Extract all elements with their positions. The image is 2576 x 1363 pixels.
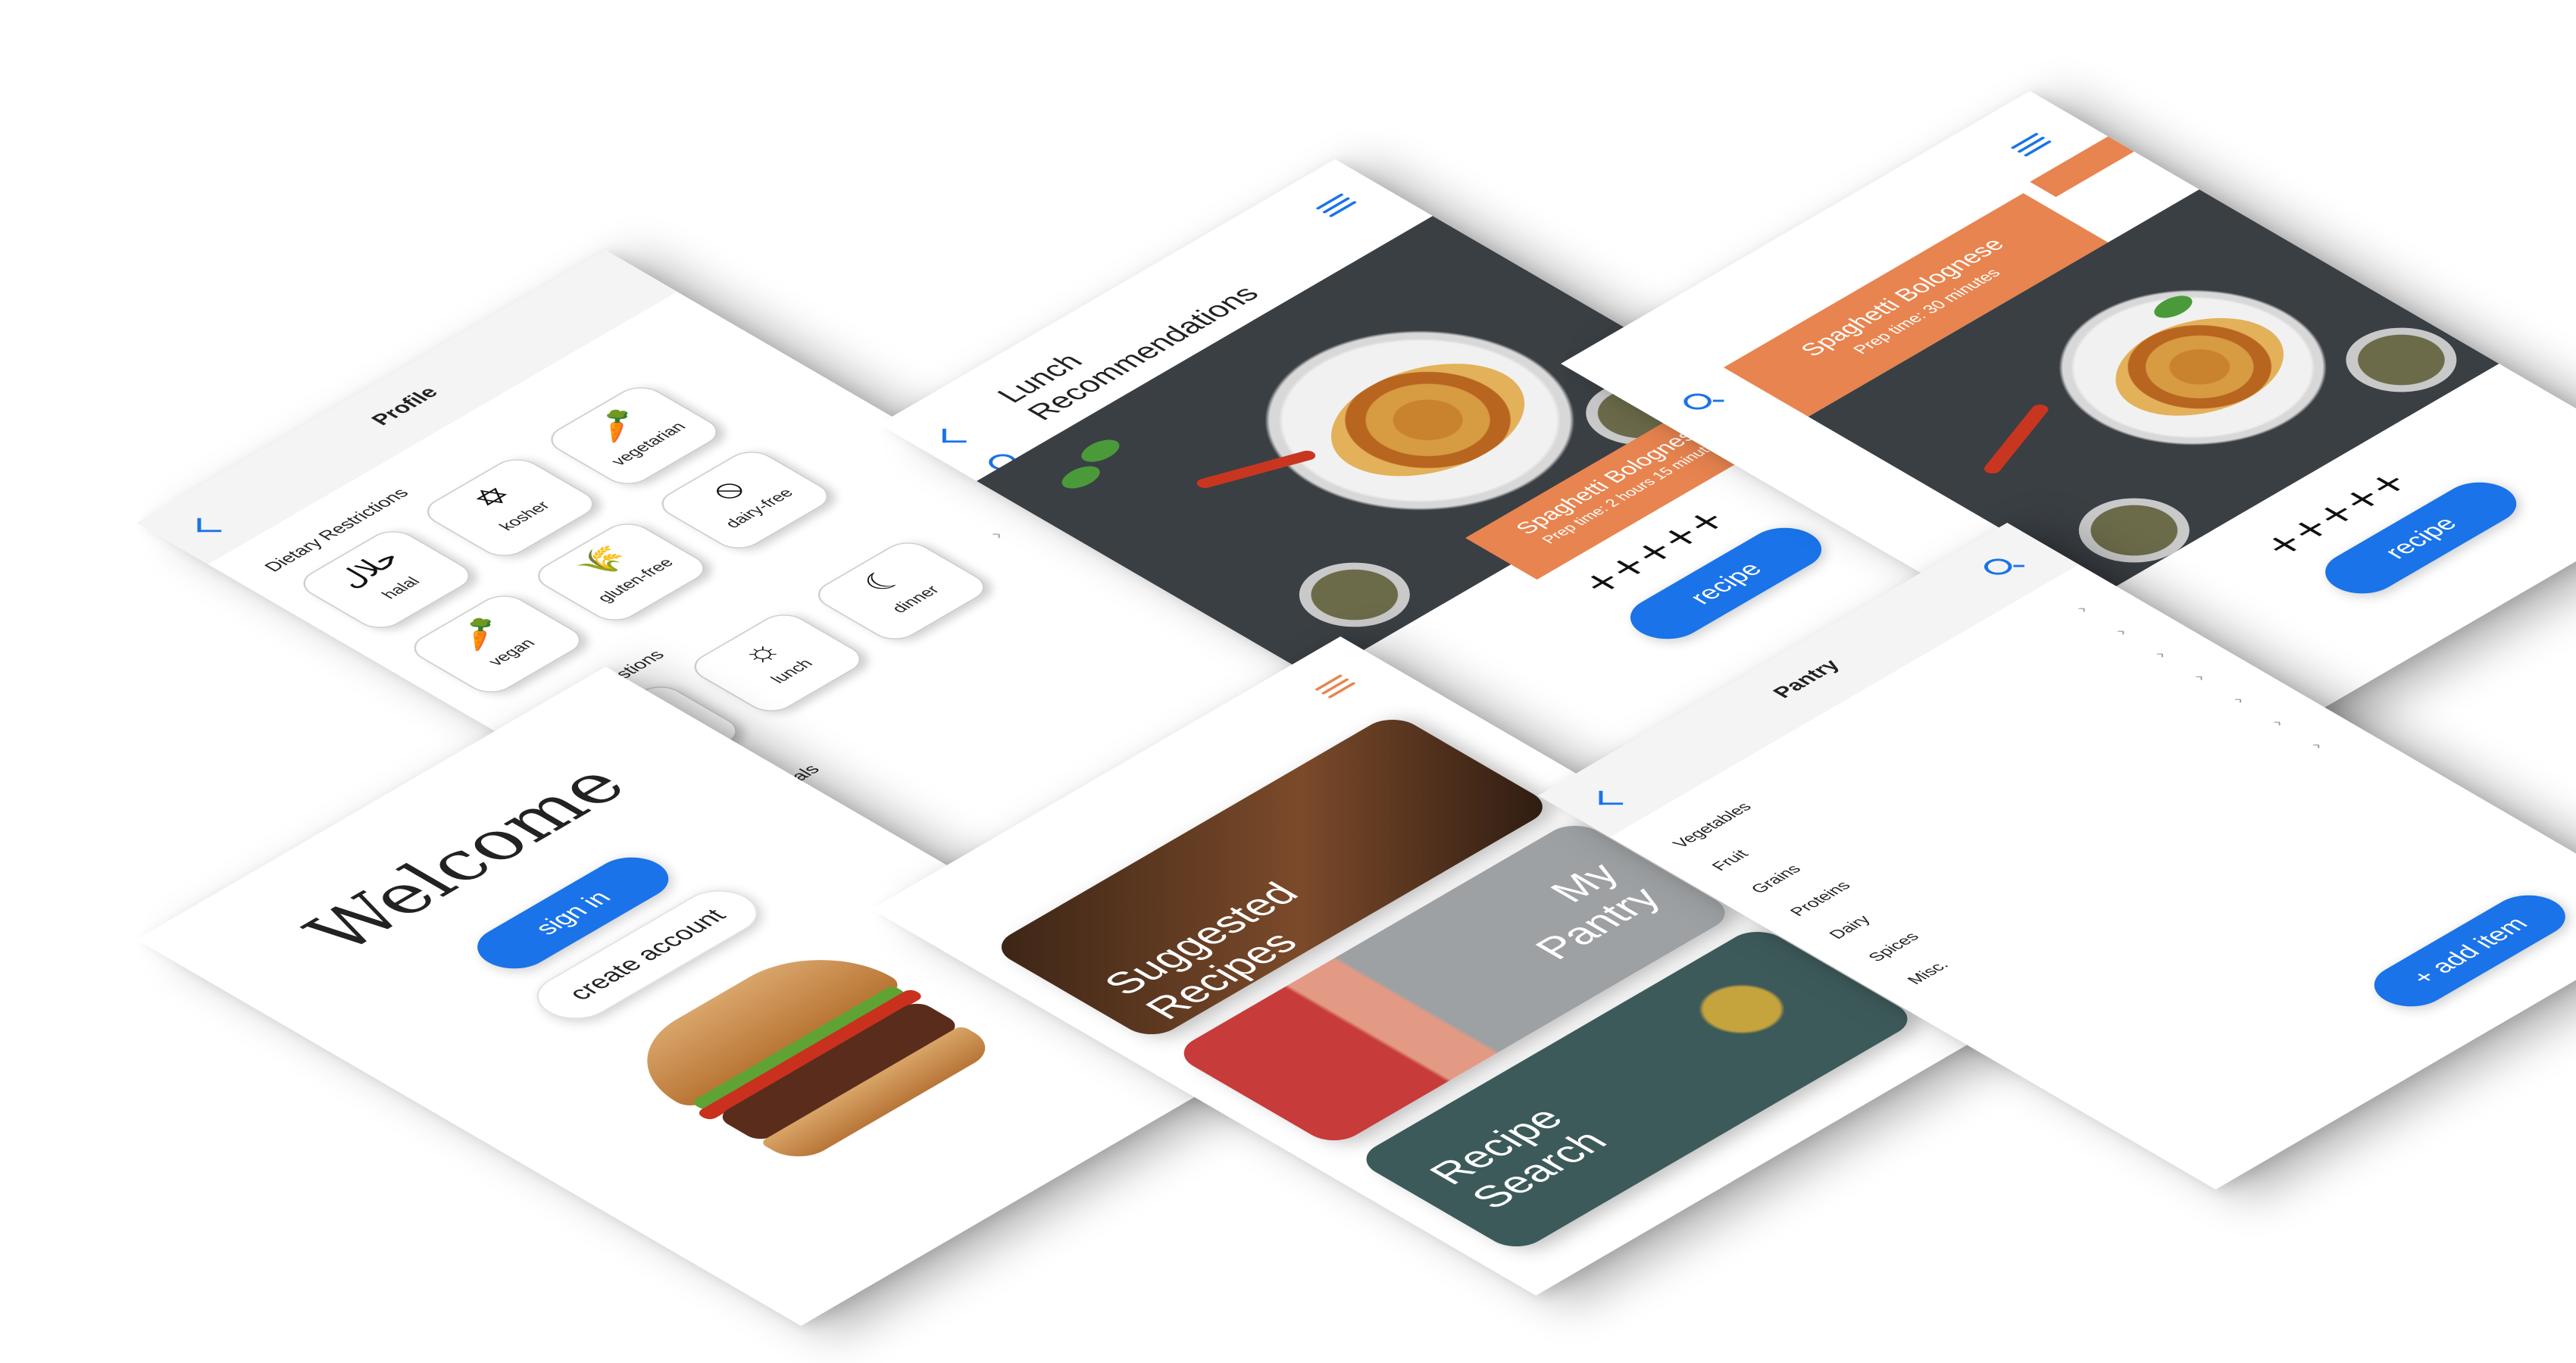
list-item[interactable]: Spices — [1864, 930, 1924, 964]
meal-chevron-icon[interactable]: › — [983, 527, 1009, 542]
list-item[interactable]: Grains — [1746, 862, 1805, 896]
menu-icon[interactable] — [2010, 133, 2053, 158]
list-item[interactable]: Fruit — [1708, 847, 1753, 874]
back-chevron-icon[interactable] — [942, 428, 967, 443]
chevron-right-icon: › — [2188, 671, 2210, 683]
diet-tile-dairy-free[interactable]: ⦸ dairy-free — [651, 445, 839, 555]
list-item[interactable]: Dairy — [1824, 912, 1875, 942]
search-icon[interactable] — [1677, 390, 1718, 413]
chevron-right-icon: › — [2071, 602, 2093, 615]
chevron-right-icon: › — [2227, 693, 2249, 706]
tile-label: Recipe Search — [1418, 1100, 1618, 1215]
diet-tile-gluten-free[interactable]: 🌾 gluten-free — [527, 517, 715, 627]
diet-tile-kosher[interactable]: ✡ kosher — [416, 453, 605, 562]
menu-icon[interactable] — [1314, 674, 1358, 699]
menu-icon[interactable] — [1315, 193, 1358, 218]
tile-label: My Pantry — [1524, 856, 1671, 966]
meal-tile-dinner[interactable]: ☾ dinner — [807, 536, 996, 646]
list-item[interactable]: Proteins — [1786, 879, 1855, 919]
diet-tile-vegetarian[interactable]: 🥕 vegetarian — [540, 381, 728, 490]
chevron-right-icon: › — [2149, 648, 2171, 661]
list-item[interactable]: Misc. — [1903, 958, 1954, 987]
chevron-right-icon: › — [2110, 625, 2131, 638]
add-item-button[interactable]: + add item — [2359, 886, 2576, 1015]
diet-tile-vegan[interactable]: 🥕 vegan — [403, 589, 592, 699]
list-item[interactable]: Vegetables — [1668, 800, 1756, 851]
mockup-scene: Profile Dietary Restrictions حلال halal … — [0, 0, 2576, 1363]
chevron-right-icon: › — [2306, 739, 2327, 752]
chevron-right-icon: › — [2266, 716, 2288, 729]
meal-tile-lunch[interactable]: ☼ lunch — [683, 608, 872, 717]
